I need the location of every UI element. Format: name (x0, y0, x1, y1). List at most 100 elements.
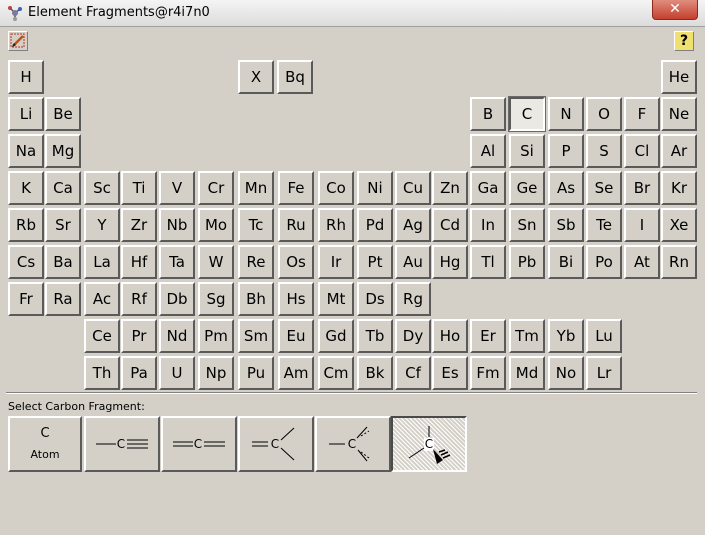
element-button-os[interactable]: Os (278, 245, 314, 279)
element-button-fe[interactable]: Fe (278, 171, 314, 205)
element-button-la[interactable]: La (84, 245, 120, 279)
element-button-bq[interactable]: Bq (277, 60, 313, 94)
element-button-db[interactable]: Db (159, 282, 195, 316)
element-button-pr[interactable]: Pr (121, 319, 157, 353)
element-button-ir[interactable]: Ir (318, 245, 354, 279)
element-button-k[interactable]: K (8, 171, 44, 205)
element-button-p[interactable]: P (548, 134, 584, 168)
close-button[interactable]: ✕ (652, 0, 698, 20)
element-button-lr[interactable]: Lr (586, 356, 622, 390)
element-button-ds[interactable]: Ds (357, 282, 393, 316)
element-button-h[interactable]: H (8, 60, 44, 94)
element-button-pa[interactable]: Pa (121, 356, 157, 390)
element-button-nd[interactable]: Nd (159, 319, 195, 353)
element-button-rg[interactable]: Rg (395, 282, 431, 316)
fragment-sp3-button[interactable]: C (315, 416, 391, 472)
element-button-at[interactable]: At (624, 245, 660, 279)
element-button-v[interactable]: V (159, 171, 195, 205)
element-button-sn[interactable]: Sn (509, 208, 545, 242)
element-button-gd[interactable]: Gd (318, 319, 354, 353)
element-button-o[interactable]: O (586, 97, 622, 131)
element-button-eu[interactable]: Eu (278, 319, 314, 353)
element-button-n[interactable]: N (548, 97, 584, 131)
element-button-cf[interactable]: Cf (395, 356, 431, 390)
element-button-rb[interactable]: Rb (8, 208, 44, 242)
element-button-re[interactable]: Re (238, 245, 274, 279)
element-button-fr[interactable]: Fr (8, 282, 44, 316)
element-button-i[interactable]: I (624, 208, 660, 242)
element-button-cr[interactable]: Cr (198, 171, 234, 205)
element-button-pd[interactable]: Pd (357, 208, 393, 242)
element-button-rh[interactable]: Rh (318, 208, 354, 242)
element-button-sb[interactable]: Sb (548, 208, 584, 242)
element-button-se[interactable]: Se (586, 171, 622, 205)
element-button-y[interactable]: Y (84, 208, 120, 242)
element-button-kr[interactable]: Kr (661, 171, 697, 205)
element-button-br[interactable]: Br (624, 171, 660, 205)
element-button-w[interactable]: W (198, 245, 234, 279)
element-button-zr[interactable]: Zr (121, 208, 157, 242)
element-button-es[interactable]: Es (432, 356, 468, 390)
element-button-u[interactable]: U (159, 356, 195, 390)
element-button-he[interactable]: He (661, 60, 697, 94)
element-button-md[interactable]: Md (509, 356, 545, 390)
element-button-no[interactable]: No (548, 356, 584, 390)
element-button-rn[interactable]: Rn (661, 245, 697, 279)
element-button-b[interactable]: B (470, 97, 506, 131)
element-button-x[interactable]: X (238, 60, 274, 94)
element-button-ac[interactable]: Ac (84, 282, 120, 316)
pen-tool-button[interactable] (8, 31, 28, 51)
fragment-sp2-button[interactable]: C (238, 416, 314, 472)
element-button-pu[interactable]: Pu (238, 356, 274, 390)
element-button-bk[interactable]: Bk (357, 356, 393, 390)
element-button-sg[interactable]: Sg (198, 282, 234, 316)
element-button-s[interactable]: S (586, 134, 622, 168)
element-button-f[interactable]: F (624, 97, 660, 131)
fragment-atom-button[interactable]: C Atom (8, 416, 82, 472)
element-button-si[interactable]: Si (509, 134, 545, 168)
help-button[interactable]: ? (674, 31, 694, 51)
element-button-ra[interactable]: Ra (45, 282, 81, 316)
element-button-xe[interactable]: Xe (661, 208, 697, 242)
element-button-as[interactable]: As (548, 171, 584, 205)
element-button-sm[interactable]: Sm (238, 319, 274, 353)
element-button-be[interactable]: Be (45, 97, 81, 131)
element-button-ne[interactable]: Ne (661, 97, 697, 131)
element-button-cs[interactable]: Cs (8, 245, 44, 279)
element-button-yb[interactable]: Yb (548, 319, 584, 353)
fragment-sp3-wedge-button[interactable]: C (391, 416, 467, 472)
element-button-ca[interactable]: Ca (45, 171, 81, 205)
element-button-ti[interactable]: Ti (121, 171, 157, 205)
element-button-mt[interactable]: Mt (318, 282, 354, 316)
element-button-po[interactable]: Po (586, 245, 622, 279)
element-button-rf[interactable]: Rf (121, 282, 157, 316)
element-button-ag[interactable]: Ag (395, 208, 431, 242)
element-button-er[interactable]: Er (470, 319, 506, 353)
element-button-tl[interactable]: Tl (470, 245, 506, 279)
element-button-mn[interactable]: Mn (238, 171, 274, 205)
element-button-tb[interactable]: Tb (357, 319, 393, 353)
element-button-ge[interactable]: Ge (509, 171, 545, 205)
element-button-cl[interactable]: Cl (624, 134, 660, 168)
element-button-mo[interactable]: Mo (198, 208, 234, 242)
fragment-sp-double-button[interactable]: C (161, 416, 237, 472)
element-button-te[interactable]: Te (586, 208, 622, 242)
element-button-fm[interactable]: Fm (470, 356, 506, 390)
element-button-pm[interactable]: Pm (198, 319, 234, 353)
element-button-cu[interactable]: Cu (395, 171, 431, 205)
element-button-dy[interactable]: Dy (395, 319, 431, 353)
title-bar[interactable]: Element Fragments@r4i7n0 ✕ (0, 0, 705, 27)
element-button-ru[interactable]: Ru (278, 208, 314, 242)
element-button-hg[interactable]: Hg (432, 245, 468, 279)
element-button-ce[interactable]: Ce (84, 319, 120, 353)
element-button-sc[interactable]: Sc (84, 171, 120, 205)
element-button-bi[interactable]: Bi (548, 245, 584, 279)
element-button-ta[interactable]: Ta (159, 245, 195, 279)
element-button-ga[interactable]: Ga (470, 171, 506, 205)
element-button-au[interactable]: Au (395, 245, 431, 279)
element-button-np[interactable]: Np (198, 356, 234, 390)
element-button-tc[interactable]: Tc (238, 208, 274, 242)
element-button-lu[interactable]: Lu (586, 319, 622, 353)
element-button-nb[interactable]: Nb (159, 208, 195, 242)
element-button-na[interactable]: Na (8, 134, 44, 168)
